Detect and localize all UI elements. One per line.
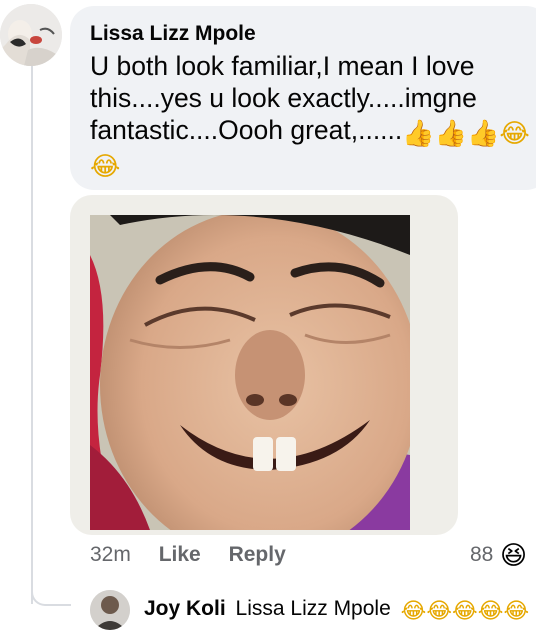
commenter-avatar[interactable]: [0, 4, 62, 66]
comment-timestamp[interactable]: 32m: [90, 543, 131, 566]
laughing-emoji: 😂: [503, 599, 530, 624]
thumbs-up-emoji-2: 👍: [434, 119, 468, 149]
reply-author-avatar[interactable]: [90, 590, 130, 630]
reply-mention[interactable]: Lissa Lizz Mpole: [236, 597, 391, 620]
laughing-emoji: 😂: [477, 599, 504, 624]
thumbs-up-emoji-1: 👍: [402, 119, 435, 149]
reply-emojis: 😂😂😂😂😂: [401, 597, 530, 624]
reply-author-name[interactable]: Joy Koli: [144, 597, 226, 620]
laughing-face-photo: [90, 215, 410, 530]
comment-bubble: Lissa Lizz Mpole U both look familiar,I …: [70, 6, 536, 190]
laughing-emoji-1: 😂: [499, 119, 530, 149]
comment-author-name[interactable]: Lissa Lizz Mpole: [90, 20, 532, 48]
user-avatar-icon: [0, 4, 62, 66]
user-avatar-icon: [90, 590, 130, 630]
laughing-emoji-2: 😂: [90, 152, 121, 182]
reaction-count[interactable]: 88: [470, 540, 493, 570]
comment-attachment[interactable]: [70, 195, 458, 535]
laughing-reaction-icon: 😆: [500, 540, 528, 570]
reply-preview[interactable]: Joy Koli Lissa Lizz Mpole 😂😂😂😂😂: [144, 594, 529, 625]
thumbs-up-emoji-3: 👍: [467, 119, 500, 149]
thread-connector-elbow: [31, 590, 71, 606]
laughing-emoji: 😂: [452, 599, 478, 624]
comment-thread: Lissa Lizz Mpole U both look familiar,I …: [0, 0, 536, 639]
reply-button[interactable]: Reply: [229, 543, 286, 566]
laughing-emoji: 😂: [426, 599, 453, 624]
comment-body: U both look familiar,I mean I love this.…: [90, 50, 536, 180]
comment-actions: 32m Like Reply: [90, 540, 308, 570]
like-button[interactable]: Like: [159, 543, 201, 566]
laughing-emoji: 😂: [400, 599, 427, 624]
thread-connector-line: [31, 66, 33, 604]
